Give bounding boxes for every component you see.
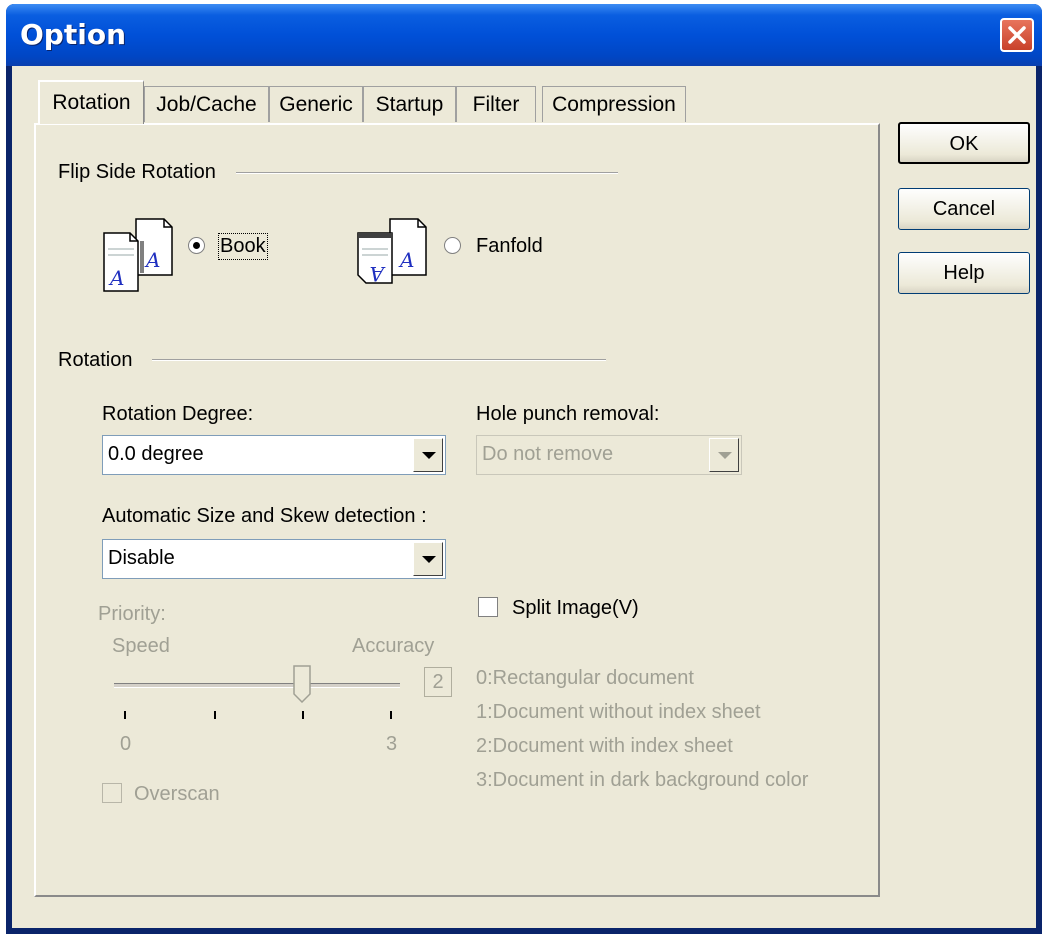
chevron-down-icon[interactable] [413,438,443,472]
rotation-heading: Rotation [58,349,133,371]
priority-slider-thumb [293,665,312,703]
slider-max-label: 3 [386,733,398,755]
chevron-down-icon[interactable] [413,542,443,576]
svg-text:A: A [144,248,160,272]
ok-button[interactable]: OK [898,122,1030,164]
hole-punch-value: Do not remove [482,443,614,465]
svg-text:A: A [108,266,124,290]
priority-label: Priority: [98,603,166,625]
book-pages-icon: A A [103,218,173,292]
slider-tick [302,711,304,719]
fanfold-label[interactable]: Fanfold [476,235,543,258]
accuracy-label: Accuracy [352,635,435,657]
tab-rotation[interactable]: Rotation [38,80,144,124]
book-label[interactable]: Book [218,233,268,260]
doc-type-0: 0:Rectangular document [476,667,694,689]
fanfold-radio[interactable] [444,237,461,254]
svg-text:A: A [370,262,386,286]
svg-text:A: A [398,248,414,272]
close-icon [1008,26,1026,44]
tab-generic[interactable]: Generic [269,86,363,122]
priority-value-box: 2 [424,667,452,697]
doc-type-3: 3:Document in dark background color [476,769,809,791]
slider-min-label: 0 [120,733,132,755]
tab-compression[interactable]: Compression [542,86,686,122]
split-image-label[interactable]: Split Image(V) [512,597,639,620]
flip-side-heading: Flip Side Rotation [58,161,216,183]
auto-detect-value: Disable [108,547,175,569]
close-button[interactable] [1000,18,1034,52]
rotation-degree-value: 0.0 degree [108,443,204,465]
rotation-tab-panel: Flip Side Rotation A A Book A A Fanfold … [34,123,880,897]
auto-detect-select[interactable]: Disable [102,539,446,579]
book-radio[interactable] [188,237,205,254]
slider-tick [390,711,392,719]
tab-job-cache[interactable]: Job/Cache [144,86,269,122]
slider-tick [214,711,216,719]
overscan-checkbox [102,783,122,803]
help-button[interactable]: Help [898,252,1030,294]
overscan-label: Overscan [134,783,220,805]
dialog-client-area: Rotation Job/Cache Generic Startup Filte… [12,66,1036,928]
fanfold-pages-icon: A A [357,218,427,286]
rotation-degree-select[interactable]: 0.0 degree [102,435,446,475]
slider-tick [124,711,126,719]
window-title: Option [20,18,126,51]
option-dialog: Option Rotation Job/Cache Generic Startu… [6,4,1042,934]
title-bar[interactable]: Option [6,4,1042,66]
rotation-degree-label: Rotation Degree: [102,403,254,425]
priority-slider-track [114,683,400,688]
speed-label: Speed [112,635,170,657]
rotation-divider [152,359,606,361]
tab-filter[interactable]: Filter [456,86,536,122]
hole-punch-select: Do not remove [476,435,742,475]
tab-startup[interactable]: Startup [363,86,456,122]
hole-punch-label: Hole punch removal: [476,403,660,425]
doc-type-1: 1:Document without index sheet [476,701,761,723]
doc-type-2: 2:Document with index sheet [476,735,733,757]
split-image-checkbox[interactable] [478,597,498,617]
cancel-button[interactable]: Cancel [898,188,1030,230]
auto-detect-label: Automatic Size and Skew detection : [102,505,427,527]
chevron-down-icon [709,438,739,472]
flip-side-divider [236,172,618,174]
